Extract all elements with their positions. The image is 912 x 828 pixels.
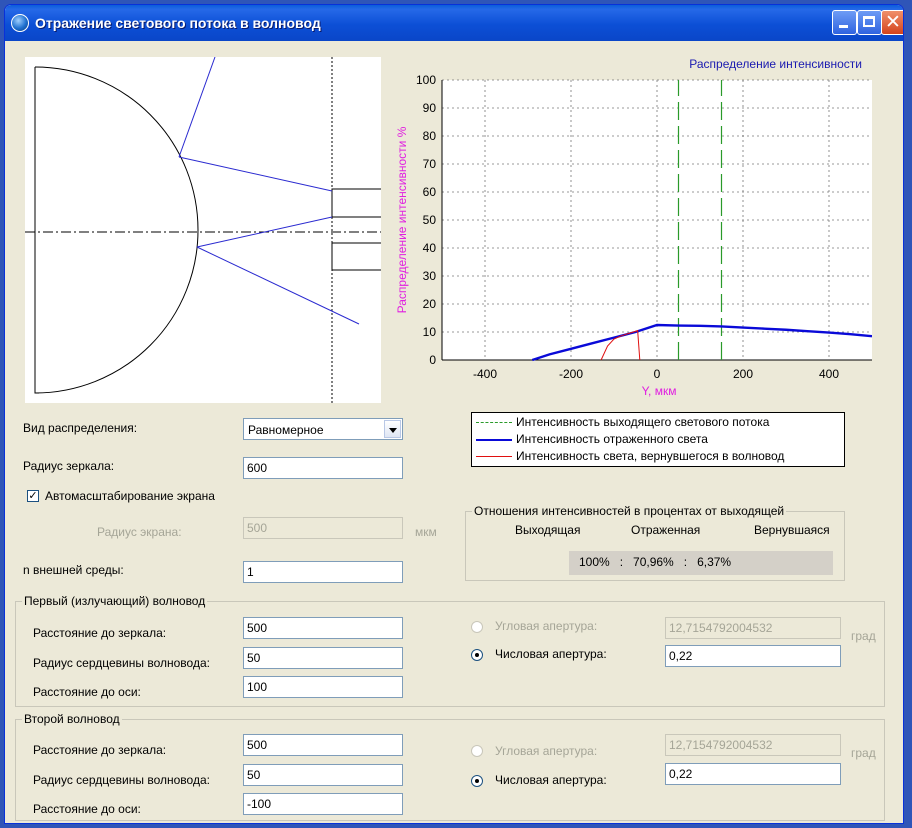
waveguide2-title: Второй волновод xyxy=(22,712,122,726)
y-tick-label: 70 xyxy=(423,157,437,171)
wg2-angular-radio[interactable] xyxy=(471,745,483,757)
wg2-numerical-input[interactable]: 0,22 xyxy=(665,763,841,785)
ratios-group-title: Отношения интенсивностей в процентах от … xyxy=(472,504,787,518)
title-bar[interactable]: Отражение светового потока в волновод ✕ xyxy=(5,5,903,41)
distribution-select[interactable]: Равномерное xyxy=(243,418,403,440)
autoscale-label[interactable]: Автомасштабирование экрана xyxy=(45,489,215,503)
distribution-label: Вид распределения: xyxy=(23,421,138,435)
wg2-numerical-radio[interactable] xyxy=(471,775,483,787)
wg2-numerical-label: Числовая апертура: xyxy=(495,773,607,787)
autoscale-checkbox[interactable]: ✓ xyxy=(27,490,39,502)
mirror-edge xyxy=(34,67,39,394)
chart-title: Распределение интенсивности xyxy=(689,57,862,71)
intensity-chart-svg: 0 10 20 30 40 50 60 70 80 90 100 -400 -200 0 200 400 Рас… xyxy=(395,57,873,398)
maximize-button[interactable] xyxy=(857,10,882,35)
close-icon: ✕ xyxy=(885,11,901,33)
wg1-core-input[interactable]: 50 xyxy=(243,647,403,669)
wg2-axis-input[interactable]: -100 xyxy=(243,793,403,815)
x-axis-label: Y, мкм xyxy=(642,384,677,398)
screen-radius-label: Радиус экрана: xyxy=(97,525,182,539)
mirror-radius-label: Радиус зеркала: xyxy=(23,459,115,473)
waveguide-1 xyxy=(331,188,381,218)
wg2-angular-label: Угловая апертура: xyxy=(495,744,598,758)
legend-swatch-reflected xyxy=(476,439,512,441)
y-tick-label: 30 xyxy=(423,269,437,283)
waveguide-2 xyxy=(331,242,381,271)
wg1-core-label: Радиус сердцевины волновода: xyxy=(33,656,210,670)
close-button[interactable]: ✕ xyxy=(881,10,903,35)
y-tick-label: 100 xyxy=(416,73,436,87)
screen-radius-unit: мкм xyxy=(415,525,437,539)
wg1-axis-label: Расстояние до оси: xyxy=(33,685,141,699)
app-globe-icon[interactable] xyxy=(11,14,29,32)
ratio-col-output: Выходящая xyxy=(515,523,581,537)
y-tick-label: 20 xyxy=(423,297,437,311)
x-tick-label: 200 xyxy=(733,367,753,381)
y-tick-label: 10 xyxy=(423,325,437,339)
wg1-distance-input[interactable]: 500 xyxy=(243,617,403,639)
ratio-col-returned: Вернувшаяся xyxy=(754,523,830,537)
ray xyxy=(196,246,360,325)
mirror-arc xyxy=(34,66,199,394)
y-tick-label: 40 xyxy=(423,241,437,255)
ray xyxy=(196,216,333,248)
chevron-down-icon[interactable] xyxy=(384,420,401,438)
intensity-chart: 0 10 20 30 40 50 60 70 80 90 100 -400 -200 0 200 400 Рас… xyxy=(390,50,873,402)
legend-label-reflected: Интенсивность отраженного света xyxy=(516,432,708,446)
y-tick-label: 80 xyxy=(423,129,437,143)
wg2-distance-input[interactable]: 500 xyxy=(243,734,403,756)
mirror-radius-input[interactable]: 600 xyxy=(243,457,403,479)
maximize-icon xyxy=(863,16,875,27)
legend-swatch-returned xyxy=(476,456,512,457)
legend-label-output: Интенсивность выходящего светового поток… xyxy=(516,415,770,429)
wg2-core-input[interactable]: 50 xyxy=(243,764,403,786)
x-tick-label: 400 xyxy=(819,367,839,381)
wg1-angular-label: Угловая апертура: xyxy=(495,619,598,633)
y-tick-label: 0 xyxy=(429,353,436,367)
window-title: Отражение светового потока в волновод xyxy=(35,15,321,31)
ray xyxy=(178,156,333,192)
y-tick-label: 90 xyxy=(423,101,437,115)
wg2-core-label: Радиус сердцевины волновода: xyxy=(33,773,210,787)
x-tick-label: -400 xyxy=(473,367,497,381)
wg1-numerical-label: Числовая апертура: xyxy=(495,647,607,661)
y-axis-label: Распределение интенсивности % xyxy=(395,126,409,313)
y-tick-label: 60 xyxy=(423,185,437,199)
wg1-numerical-radio[interactable] xyxy=(471,649,483,661)
wg1-angular-radio[interactable] xyxy=(471,621,483,633)
minimize-icon xyxy=(839,25,848,28)
wg2-distance-label: Расстояние до зеркала: xyxy=(33,743,167,757)
mirror-diagram-svg xyxy=(25,56,381,403)
legend-label-returned: Интенсивность света, вернувшегося в волн… xyxy=(516,449,785,463)
y-tick-label: 50 xyxy=(423,213,437,227)
wg1-angular-unit: град xyxy=(851,629,876,643)
chart-legend: Интенсивность выходящего светового поток… xyxy=(471,412,845,467)
n-medium-label: n внешней среды: xyxy=(23,563,124,577)
wg1-distance-label: Расстояние до зеркала: xyxy=(33,626,167,640)
wg1-numerical-input[interactable]: 0,22 xyxy=(665,645,841,667)
wg2-angular-unit: град xyxy=(851,746,876,760)
n-medium-input[interactable]: 1 xyxy=(243,561,403,583)
x-tick-label: -200 xyxy=(559,367,583,381)
distribution-select-value: Равномерное xyxy=(248,423,324,437)
legend-swatch-output xyxy=(476,422,512,423)
ratio-values: 100% : 70,96% : 6,37% xyxy=(579,555,732,569)
wg2-axis-label: Расстояние до оси: xyxy=(33,802,141,816)
wg2-angular-input[interactable]: 12,7154792004532 xyxy=(665,734,841,756)
waveguide1-title: Первый (излучающий) волновод xyxy=(22,594,208,608)
screen-radius-input[interactable]: 500 xyxy=(243,517,403,539)
x-tick-label: 0 xyxy=(654,367,661,381)
minimize-button[interactable] xyxy=(832,10,857,35)
wg1-angular-input[interactable]: 12,7154792004532 xyxy=(665,617,841,639)
ratio-col-reflected: Отраженная xyxy=(631,523,701,537)
wg1-axis-input[interactable]: 100 xyxy=(243,676,403,698)
ray xyxy=(178,56,216,158)
mirror-diagram xyxy=(25,56,381,403)
main-window: Отражение светового потока в волновод ✕ … xyxy=(4,4,904,824)
